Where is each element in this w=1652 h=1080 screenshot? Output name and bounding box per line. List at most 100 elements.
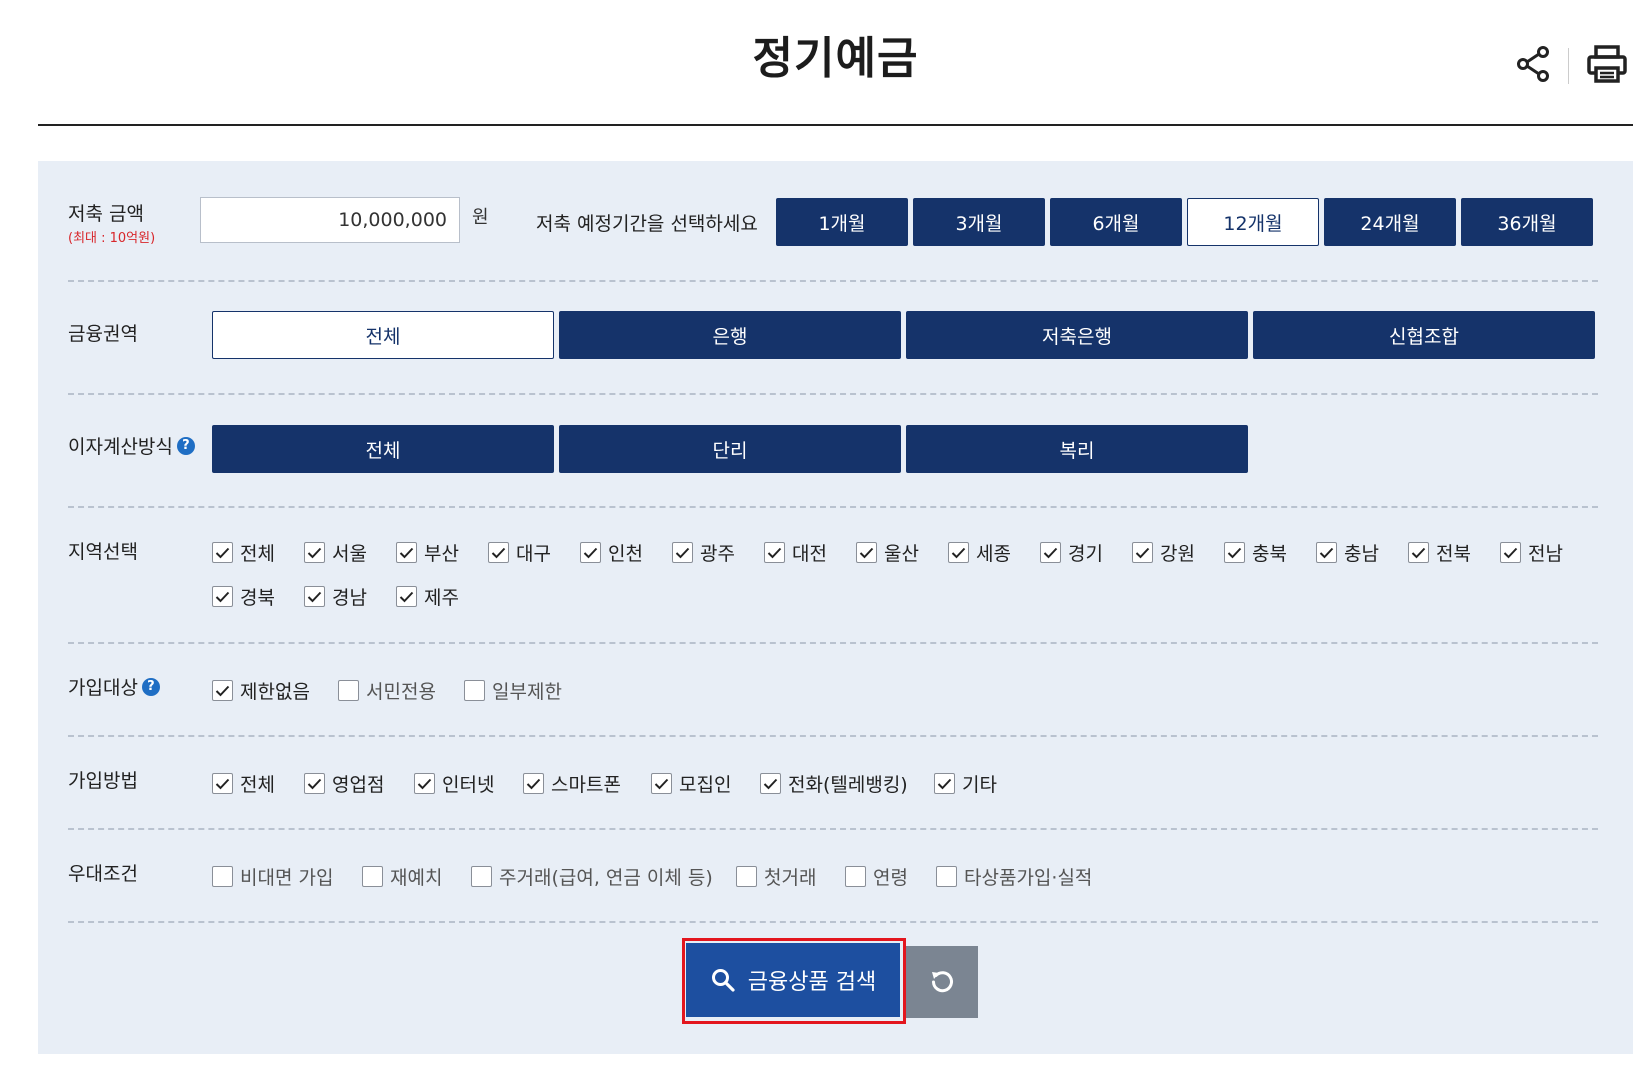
- benefit-checkbox[interactable]: 비대면 가입: [212, 863, 333, 890]
- checkbox-box[interactable]: [362, 866, 383, 887]
- checkbox-box[interactable]: [1500, 542, 1521, 563]
- checkbox-box[interactable]: [304, 586, 325, 607]
- region-checkbox[interactable]: 충북: [1224, 539, 1287, 566]
- checkbox-box[interactable]: [1224, 542, 1245, 563]
- period-36-month-button[interactable]: 36개월: [1461, 198, 1593, 246]
- checkbox-label: 경기: [1068, 543, 1103, 565]
- check-icon: [1135, 547, 1150, 558]
- checkbox-box[interactable]: [845, 866, 866, 887]
- search-button[interactable]: 금융상품 검색: [686, 943, 900, 1017]
- help-icon[interactable]: ?: [176, 437, 195, 455]
- region-checkbox[interactable]: 전북: [1408, 539, 1471, 566]
- region-checkbox[interactable]: 부산: [396, 539, 459, 566]
- region-checkbox[interactable]: 전남: [1500, 539, 1563, 566]
- checkbox-box[interactable]: [488, 542, 509, 563]
- checkbox-label: 서울: [332, 543, 367, 565]
- checkbox-box[interactable]: [338, 680, 359, 701]
- region-checkbox[interactable]: 인천: [580, 539, 643, 566]
- region-checkbox[interactable]: 경기: [1040, 539, 1103, 566]
- period-24-month-button[interactable]: 24개월: [1324, 198, 1456, 246]
- checkbox-label: 연령: [873, 867, 908, 889]
- checkbox-box[interactable]: [396, 542, 417, 563]
- checkbox-box[interactable]: [212, 680, 233, 701]
- benefit-checkbox[interactable]: 첫거래: [736, 863, 816, 890]
- interest-compound-button[interactable]: 복리: [906, 425, 1248, 473]
- checkbox-label: 비대면 가입: [240, 867, 334, 889]
- method-checkbox[interactable]: 전화(텔레뱅킹): [760, 770, 908, 797]
- target-low-income-checkbox[interactable]: 서민전용: [338, 677, 436, 704]
- benefit-checkbox[interactable]: 타상품가입·실적: [936, 863, 1092, 890]
- method-checkbox[interactable]: 모집인: [651, 770, 731, 797]
- region-checkbox[interactable]: 광주: [672, 539, 735, 566]
- region-checkbox[interactable]: 대전: [764, 539, 827, 566]
- reset-button[interactable]: [906, 946, 978, 1018]
- checkbox-box[interactable]: [396, 586, 417, 607]
- checkbox-box[interactable]: [736, 866, 757, 887]
- region-checkbox[interactable]: 강원: [1132, 539, 1195, 566]
- checkbox-box[interactable]: [414, 773, 435, 794]
- print-icon[interactable]: [1586, 44, 1627, 84]
- checkbox-box[interactable]: [948, 542, 969, 563]
- checkbox-box[interactable]: [212, 586, 233, 607]
- sector-bank-button[interactable]: 은행: [559, 311, 901, 359]
- region-checkbox[interactable]: 전체: [212, 539, 275, 566]
- checkbox-box[interactable]: [936, 866, 957, 887]
- method-checkbox[interactable]: 영업점: [304, 770, 384, 797]
- checkbox-box[interactable]: [856, 542, 877, 563]
- benefit-checkbox[interactable]: 재예치: [362, 863, 442, 890]
- interest-all-button[interactable]: 전체: [212, 425, 554, 473]
- checkbox-box[interactable]: [523, 773, 544, 794]
- checkbox-box[interactable]: [580, 542, 601, 563]
- period-1-month-button[interactable]: 1개월: [776, 198, 908, 246]
- help-icon[interactable]: ?: [141, 678, 160, 696]
- checkbox-box[interactable]: [672, 542, 693, 563]
- region-checkbox[interactable]: 충남: [1316, 539, 1379, 566]
- region-checkbox[interactable]: 경남: [304, 583, 367, 610]
- checkbox-box[interactable]: [760, 773, 781, 794]
- checkbox-box[interactable]: [934, 773, 955, 794]
- region-checkbox[interactable]: 울산: [856, 539, 919, 566]
- method-checkbox[interactable]: 인터넷: [414, 770, 494, 797]
- checkbox-box[interactable]: [304, 542, 325, 563]
- method-checkbox[interactable]: 스마트폰: [523, 770, 621, 797]
- benefit-checkbox[interactable]: 연령: [845, 863, 908, 890]
- checkbox-box[interactable]: [1132, 542, 1153, 563]
- checkbox-label: 전북: [1436, 543, 1471, 565]
- checkbox-box[interactable]: [212, 773, 233, 794]
- checkbox-box[interactable]: [212, 866, 233, 887]
- checkbox-box[interactable]: [1040, 542, 1061, 563]
- checkbox-box[interactable]: [1316, 542, 1337, 563]
- method-checkbox[interactable]: 기타: [934, 770, 997, 797]
- period-12-month-button[interactable]: 12개월: [1187, 198, 1319, 246]
- region-checkbox[interactable]: 제주: [396, 583, 459, 610]
- target-unrestricted-checkbox[interactable]: 제한없음: [212, 677, 310, 704]
- sector-savings-bank-button[interactable]: 저축은행: [906, 311, 1248, 359]
- target-partial-restriction-checkbox[interactable]: 일부제한: [464, 677, 562, 704]
- check-icon: [307, 547, 322, 558]
- interest-simple-button[interactable]: 단리: [559, 425, 901, 473]
- share-icon[interactable]: [1513, 44, 1553, 84]
- checkbox-box[interactable]: [651, 773, 672, 794]
- region-checkbox[interactable]: 대구: [488, 539, 551, 566]
- checkbox-box[interactable]: [464, 680, 485, 701]
- benefit-checkbox[interactable]: 주거래(급여, 연금 이체 등): [471, 863, 713, 890]
- period-6-month-button[interactable]: 6개월: [1050, 198, 1182, 246]
- region-checkbox[interactable]: 경북: [212, 583, 275, 610]
- method-checkbox[interactable]: 전체: [212, 770, 275, 797]
- region-checkbox[interactable]: 세종: [948, 539, 1011, 566]
- checkbox-label: 대전: [792, 543, 827, 565]
- checkbox-box[interactable]: [471, 866, 492, 887]
- sector-credit-union-button[interactable]: 신협조합: [1253, 311, 1595, 359]
- header-divider: [1568, 48, 1569, 84]
- amount-input[interactable]: [200, 197, 460, 243]
- interest-label-text: 이자계산방식: [68, 436, 173, 458]
- checkbox-box[interactable]: [212, 542, 233, 563]
- region-checkbox[interactable]: 서울: [304, 539, 367, 566]
- check-icon: [1503, 547, 1518, 558]
- checkbox-box[interactable]: [304, 773, 325, 794]
- period-3-month-button[interactable]: 3개월: [913, 198, 1045, 246]
- checkbox-box[interactable]: [764, 542, 785, 563]
- sector-row: 금융권역 전체 은행 저축은행 신협조합: [68, 281, 1598, 393]
- sector-all-button[interactable]: 전체: [212, 311, 554, 359]
- checkbox-box[interactable]: [1408, 542, 1429, 563]
